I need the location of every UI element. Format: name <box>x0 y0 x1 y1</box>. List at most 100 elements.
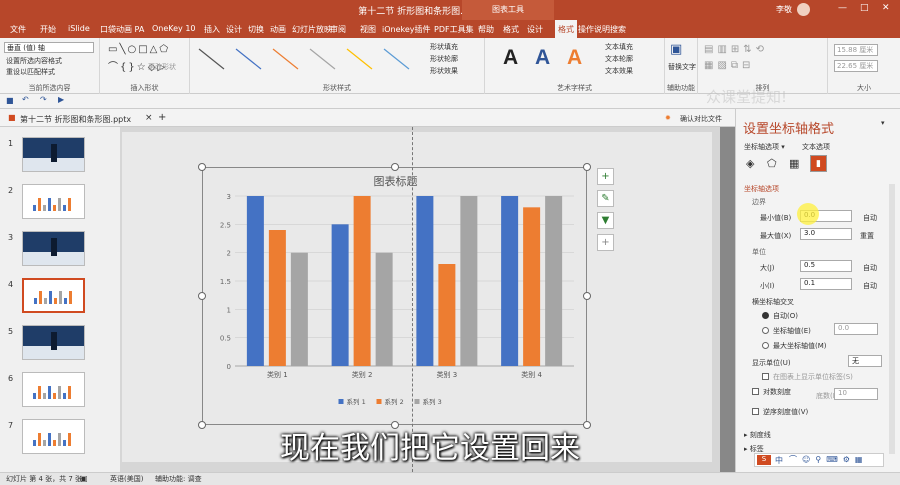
avatar[interactable] <box>797 3 810 16</box>
tab-17[interactable]: 格式 <box>555 20 577 38</box>
log-base-input[interactable]: 10 <box>834 388 878 400</box>
chart-add-button[interactable]: + <box>597 234 614 251</box>
pane-options-icon[interactable]: ▾ <box>881 119 885 127</box>
tab-9[interactable]: 幻灯片放映 <box>292 24 332 35</box>
shape-height-input[interactable]: 15.88 厘米 <box>834 44 878 56</box>
slide-thumbnail[interactable] <box>22 231 85 266</box>
axis-options-tab[interactable]: 坐标轴选项 ▾ <box>744 142 785 152</box>
line-style-gallery[interactable] <box>194 44 424 74</box>
log-scale-checkbox[interactable] <box>752 388 759 395</box>
slide-thumbnail[interactable] <box>22 372 85 407</box>
accessibility-status[interactable]: 辅助功能: 调查 <box>155 474 202 484</box>
sogou-icon[interactable]: S <box>757 455 771 465</box>
text-options-tab[interactable]: 文本选项 <box>802 142 830 152</box>
resize-handle[interactable] <box>198 163 206 171</box>
show-unit-checkbox[interactable] <box>762 373 769 380</box>
slide-thumbnail[interactable] <box>22 184 85 219</box>
tab-10[interactable]: 审阅 <box>330 24 346 35</box>
shape-fill-button[interactable]: 形状填充 <box>430 42 458 52</box>
language[interactable]: 英语(美国) <box>110 474 143 484</box>
cross-auto-radio[interactable] <box>762 312 769 319</box>
gear-icon[interactable]: ✹ <box>665 114 671 122</box>
axis-options-section[interactable]: 坐标轴选项 <box>744 184 779 194</box>
tab-8[interactable]: 动画 <box>270 24 286 35</box>
tab-14[interactable]: 帮助 <box>478 24 494 35</box>
tab-13[interactable]: PDF工具集 <box>434 24 474 35</box>
chart-elements-button[interactable]: + <box>597 168 614 185</box>
chart-filters-button[interactable]: ▼ <box>597 212 614 229</box>
text-fill-button[interactable]: 文本填充 <box>605 42 633 52</box>
tick-marks-section[interactable]: ▸ 刻度线 <box>744 430 771 440</box>
undo-icon[interactable]: ↶ <box>22 95 29 104</box>
add-tab-icon[interactable]: + <box>158 112 166 123</box>
chart-frame[interactable]: 图表标题 0 0.5 1 1.5 2 2.5 3 类别 1 类别 2 类别 3 类别 4 系列 1 系列 … <box>202 167 587 425</box>
minimize-icon[interactable]: — <box>838 3 847 13</box>
resize-handle[interactable] <box>198 292 206 300</box>
change-shape-button[interactable]: 更改形状 <box>148 62 176 72</box>
slide-thumbnail[interactable] <box>22 325 85 360</box>
resize-handle[interactable] <box>198 421 206 429</box>
tab-1[interactable]: 开始 <box>40 24 56 35</box>
close-icon[interactable]: ✕ <box>882 3 890 13</box>
reverse-checkbox[interactable] <box>752 408 759 415</box>
selection-dropdown[interactable]: 垂直 (值) 轴 <box>4 42 94 53</box>
resize-handle[interactable] <box>583 421 591 429</box>
redo-icon[interactable]: ↷ <box>40 95 47 104</box>
tab-12[interactable]: iOnekey插件 <box>382 24 431 35</box>
tab-7[interactable]: 切换 <box>248 24 264 35</box>
slideshow-icon[interactable]: ▶ <box>58 95 64 104</box>
slide-thumbnail[interactable] <box>22 278 85 313</box>
shape-effects-button[interactable]: 形状效果 <box>430 66 458 76</box>
fill-line-icon[interactable]: ◈ <box>746 157 754 170</box>
wordart-style-3[interactable]: A <box>567 46 582 70</box>
chart[interactable]: 图表标题 0 0.5 1 1.5 2 2.5 3 类别 1 类别 2 类别 3 类别 4 系列 1 系列 … <box>203 168 588 426</box>
tab-0[interactable]: 文件 <box>10 24 26 35</box>
tab-16[interactable]: 设计 <box>527 24 543 35</box>
text-outline-button[interactable]: 文本轮廓 <box>605 54 633 64</box>
slide-thumbnail[interactable] <box>22 137 85 172</box>
spell-icon[interactable]: ▣ <box>80 474 88 483</box>
wordart-style-2[interactable]: A <box>535 46 550 70</box>
tab-4[interactable]: OneKey 10 <box>152 24 196 33</box>
resize-handle[interactable] <box>391 163 399 171</box>
cross-value-radio[interactable] <box>762 327 769 334</box>
effects-icon[interactable]: ⬠ <box>767 157 777 170</box>
document-tab[interactable]: 第十二节 折形图和条形图.pptx <box>20 114 131 125</box>
alt-text-icon[interactable]: ▣ <box>670 42 682 57</box>
tab-5[interactable]: 插入 <box>204 24 220 35</box>
tab-2[interactable]: iSlide <box>68 24 90 33</box>
tab-15[interactable]: 格式 <box>503 24 519 35</box>
min-auto-button[interactable]: 自动 <box>863 213 877 223</box>
major-auto-button[interactable]: 自动 <box>863 263 877 273</box>
tab-3[interactable]: 口袋动画 PA <box>100 24 144 35</box>
axis-options-icon[interactable]: ▮ <box>810 155 827 172</box>
compare-files-button[interactable]: 确认对比文件 <box>680 114 722 124</box>
ime-tool-icons[interactable]: ⌒☺⚲⌨⚙▦ <box>789 454 867 465</box>
minor-unit-input[interactable]: 0.1 <box>800 278 852 290</box>
arrange-icons-2[interactable]: ▦▧⧉⊟ <box>704 60 754 71</box>
user-name[interactable]: 李敬 <box>776 4 792 15</box>
ime-mode[interactable]: 中 <box>775 455 783 466</box>
resize-handle[interactable] <box>583 292 591 300</box>
resize-handle[interactable] <box>583 163 591 171</box>
save-icon[interactable]: ■ <box>6 96 14 105</box>
format-selection-button[interactable]: 设置所选内容格式 <box>6 56 62 66</box>
tab-18[interactable]: 操作说明搜索 <box>578 24 626 35</box>
minor-auto-button[interactable]: 自动 <box>863 281 877 291</box>
alt-text-button[interactable]: 替换文字 <box>668 62 696 72</box>
slide-thumbnail[interactable] <box>22 419 85 454</box>
restore-icon[interactable]: □ <box>860 3 869 13</box>
chart-styles-button[interactable]: ✎ <box>597 190 614 207</box>
shape-width-input[interactable]: 22.65 厘米 <box>834 60 878 72</box>
pane-scrollbar[interactable] <box>889 184 895 454</box>
reset-style-button[interactable]: 重设以匹配样式 <box>6 67 55 77</box>
size-properties-icon[interactable]: ▦ <box>789 157 799 170</box>
max-bound-input[interactable]: 3.0 <box>800 228 852 240</box>
text-effects-button[interactable]: 文本效果 <box>605 66 633 76</box>
shape-outline-button[interactable]: 形状轮廓 <box>430 54 458 64</box>
ime-toolbar[interactable]: S 中 ⌒☺⚲⌨⚙▦ <box>754 453 884 467</box>
cross-max-radio[interactable] <box>762 342 769 349</box>
shapes-gallery-icon[interactable]: ▭╲○□△⬠ <box>108 44 170 55</box>
max-reset-button[interactable]: 重置 <box>860 231 874 241</box>
major-unit-input[interactable]: 0.5 <box>800 260 852 272</box>
